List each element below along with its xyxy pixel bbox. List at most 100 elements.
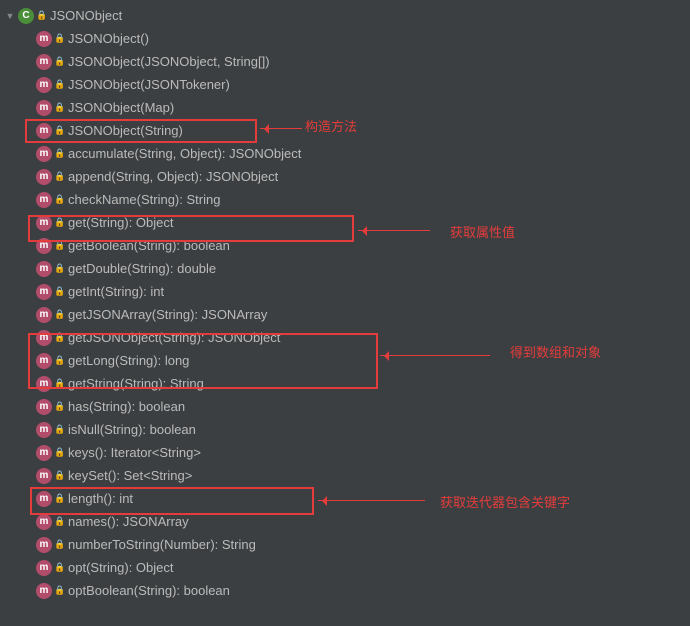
lock-icon: 🔒 xyxy=(54,378,64,389)
lock-icon: 🔒 xyxy=(54,539,64,550)
method-node[interactable]: m 🔒 getInt(String): int xyxy=(0,280,690,303)
method-node[interactable]: m 🔒 length(): int xyxy=(0,487,690,510)
method-node[interactable]: m 🔒 append(String, Object): JSONObject xyxy=(0,165,690,188)
method-label: getString(String): String xyxy=(68,376,204,391)
method-node[interactable]: m 🔒 JSONObject() xyxy=(0,27,690,50)
method-icon: m xyxy=(36,215,52,231)
method-icon: m xyxy=(36,307,52,323)
method-icon: m xyxy=(36,77,52,93)
lock-icon: 🔒 xyxy=(54,102,64,113)
method-icon: m xyxy=(36,353,52,369)
method-icon: m xyxy=(36,123,52,139)
method-node[interactable]: m 🔒 get(String): Object xyxy=(0,211,690,234)
method-node[interactable]: m 🔒 optBoolean(String): boolean xyxy=(0,579,690,602)
lock-icon: 🔒 xyxy=(54,33,64,44)
method-label: has(String): boolean xyxy=(68,399,185,414)
class-name: JSONObject xyxy=(50,8,122,23)
lock-icon: 🔒 xyxy=(54,263,64,274)
method-icon: m xyxy=(36,54,52,70)
method-label: getJSONArray(String): JSONArray xyxy=(68,307,267,322)
method-label: append(String, Object): JSONObject xyxy=(68,169,278,184)
lock-icon: 🔒 xyxy=(54,125,64,136)
class-icon: C xyxy=(18,8,34,24)
method-label: getJSONObject(String): JSONObject xyxy=(68,330,280,345)
lock-icon: 🔒 xyxy=(54,424,64,435)
method-icon: m xyxy=(36,468,52,484)
lock-icon: 🔒 xyxy=(54,516,64,527)
method-icon: m xyxy=(36,100,52,116)
method-icon: m xyxy=(36,330,52,346)
method-node[interactable]: m 🔒 JSONObject(JSONObject, String[]) xyxy=(0,50,690,73)
method-label: get(String): Object xyxy=(68,215,174,230)
method-node[interactable]: m 🔒 keys(): Iterator<String> xyxy=(0,441,690,464)
lock-icon: 🔒 xyxy=(36,10,46,21)
method-node[interactable]: m 🔒 opt(String): Object xyxy=(0,556,690,579)
method-label: optBoolean(String): boolean xyxy=(68,583,230,598)
method-label: getDouble(String): double xyxy=(68,261,216,276)
lock-icon: 🔒 xyxy=(54,355,64,366)
method-node[interactable]: m 🔒 numberToString(Number): String xyxy=(0,533,690,556)
lock-icon: 🔒 xyxy=(54,585,64,596)
method-label: checkName(String): String xyxy=(68,192,220,207)
method-label: accumulate(String, Object): JSONObject xyxy=(68,146,301,161)
method-node[interactable]: m 🔒 JSONObject(JSONTokener) xyxy=(0,73,690,96)
lock-icon: 🔒 xyxy=(54,148,64,159)
lock-icon: 🔒 xyxy=(54,309,64,320)
lock-icon: 🔒 xyxy=(54,401,64,412)
method-node[interactable]: m 🔒 names(): JSONArray xyxy=(0,510,690,533)
method-icon: m xyxy=(36,376,52,392)
method-icon: m xyxy=(36,238,52,254)
lock-icon: 🔒 xyxy=(54,286,64,297)
method-label: JSONObject() xyxy=(68,31,149,46)
annotation-label: 构造方法 xyxy=(305,116,357,135)
method-node[interactable]: m 🔒 getDouble(String): double xyxy=(0,257,690,280)
method-node[interactable]: m 🔒 keySet(): Set<String> xyxy=(0,464,690,487)
method-icon: m xyxy=(36,261,52,277)
method-label: isNull(String): boolean xyxy=(68,422,196,437)
method-node[interactable]: m 🔒 has(String): boolean xyxy=(0,395,690,418)
lock-icon: 🔒 xyxy=(54,79,64,90)
method-node[interactable]: m 🔒 accumulate(String, Object): JSONObje… xyxy=(0,142,690,165)
method-icon: m xyxy=(36,491,52,507)
method-label: getLong(String): long xyxy=(68,353,189,368)
method-icon: m xyxy=(36,169,52,185)
expand-icon[interactable]: ▼ xyxy=(4,10,16,22)
method-icon: m xyxy=(36,31,52,47)
method-label: numberToString(Number): String xyxy=(68,537,256,552)
lock-icon: 🔒 xyxy=(54,56,64,67)
method-icon: m xyxy=(36,514,52,530)
lock-icon: 🔒 xyxy=(54,470,64,481)
method-node[interactable]: m 🔒 getJSONArray(String): JSONArray xyxy=(0,303,690,326)
lock-icon: 🔒 xyxy=(54,332,64,343)
method-label: JSONObject(JSONTokener) xyxy=(68,77,230,92)
lock-icon: 🔒 xyxy=(54,194,64,205)
method-node[interactable]: m 🔒 getBoolean(String): boolean xyxy=(0,234,690,257)
method-node[interactable]: m 🔒 isNull(String): boolean xyxy=(0,418,690,441)
method-node[interactable]: m 🔒 checkName(String): String xyxy=(0,188,690,211)
method-icon: m xyxy=(36,192,52,208)
method-label: keys(): Iterator<String> xyxy=(68,445,201,460)
method-icon: m xyxy=(36,284,52,300)
method-label: JSONObject(JSONObject, String[]) xyxy=(68,54,270,69)
method-icon: m xyxy=(36,560,52,576)
method-icon: m xyxy=(36,583,52,599)
structure-tree: ▼ C 🔒 JSONObject m 🔒 JSONObject() m 🔒 JS… xyxy=(0,0,690,606)
class-node[interactable]: ▼ C 🔒 JSONObject xyxy=(0,4,690,27)
method-icon: m xyxy=(36,445,52,461)
method-icon: m xyxy=(36,537,52,553)
method-icon: m xyxy=(36,422,52,438)
annotation-label: 获取属性值 xyxy=(450,222,515,241)
lock-icon: 🔒 xyxy=(54,447,64,458)
annotation-label: 得到数组和对象 xyxy=(510,342,601,361)
lock-icon: 🔒 xyxy=(54,171,64,182)
method-icon: m xyxy=(36,399,52,415)
lock-icon: 🔒 xyxy=(54,493,64,504)
method-icon: m xyxy=(36,146,52,162)
lock-icon: 🔒 xyxy=(54,562,64,573)
annotation-label: 获取迭代器包含关键字 xyxy=(440,492,570,511)
method-label: length(): int xyxy=(68,491,133,506)
method-label: names(): JSONArray xyxy=(68,514,189,529)
method-label: getInt(String): int xyxy=(68,284,164,299)
method-label: getBoolean(String): boolean xyxy=(68,238,230,253)
method-node[interactable]: m 🔒 getString(String): String xyxy=(0,372,690,395)
